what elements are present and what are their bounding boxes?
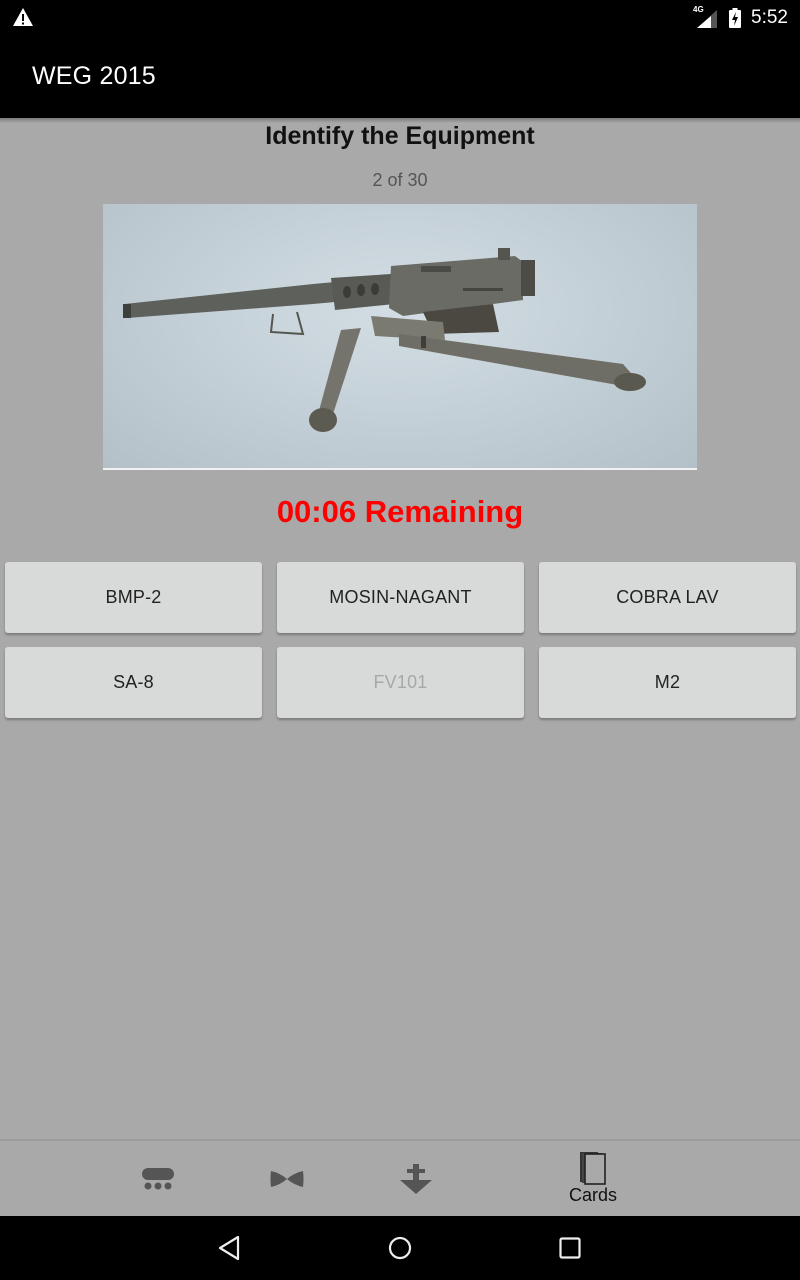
home-circle-icon: [388, 1236, 412, 1260]
answer-button-bmp-2[interactable]: BMP-2: [5, 562, 262, 633]
system-nav-bar: [0, 1216, 800, 1280]
warning-icon: [13, 8, 33, 26]
answer-button-sa-8[interactable]: SA-8: [5, 647, 262, 718]
machine-gun-illustration: [123, 248, 646, 432]
tab-cards[interactable]: Cards: [553, 1141, 633, 1216]
tab-ground[interactable]: [118, 1141, 198, 1216]
clock: 5:52: [751, 7, 788, 28]
countdown-timer: 00:06 Remaining: [276, 494, 524, 529]
home-button[interactable]: [380, 1230, 420, 1266]
tank-icon: [142, 1167, 174, 1189]
answer-button-cobra-lav[interactable]: COBRA LAV: [539, 562, 796, 633]
answer-button-m2[interactable]: M2: [539, 647, 796, 718]
equipment-image: [103, 204, 697, 470]
recents-button[interactable]: [550, 1230, 590, 1266]
quiz-heading: Identify the Equipment: [265, 122, 535, 150]
recents-square-icon: [559, 1237, 581, 1259]
aircraft-icon: [270, 1170, 304, 1187]
battery-charging-icon: [729, 8, 742, 28]
cards-icon: [580, 1152, 606, 1185]
answer-grid: BMP-2 MOSIN-NAGANT COBRA LAV SA-8 FV101 …: [5, 562, 796, 718]
app-title: WEG 2015: [32, 62, 156, 90]
bottom-tab-bar: Cards: [0, 1139, 800, 1216]
tab-cards-label: Cards: [568, 1185, 617, 1205]
tab-sea[interactable]: [376, 1141, 456, 1216]
ship-anchor-icon: [400, 1163, 432, 1194]
status-bar: 4G 5:52: [0, 0, 800, 36]
app-bar: WEG 2015: [0, 36, 800, 118]
answer-button-fv101: FV101: [277, 647, 524, 718]
question-progress: 2 of 30: [372, 170, 428, 190]
back-triangle-icon: [218, 1235, 240, 1261]
tab-air[interactable]: [247, 1141, 327, 1216]
back-button[interactable]: [210, 1230, 250, 1266]
signal-4g-icon: 4G: [693, 5, 719, 29]
answer-button-mosin-nagant[interactable]: MOSIN-NAGANT: [277, 562, 524, 633]
